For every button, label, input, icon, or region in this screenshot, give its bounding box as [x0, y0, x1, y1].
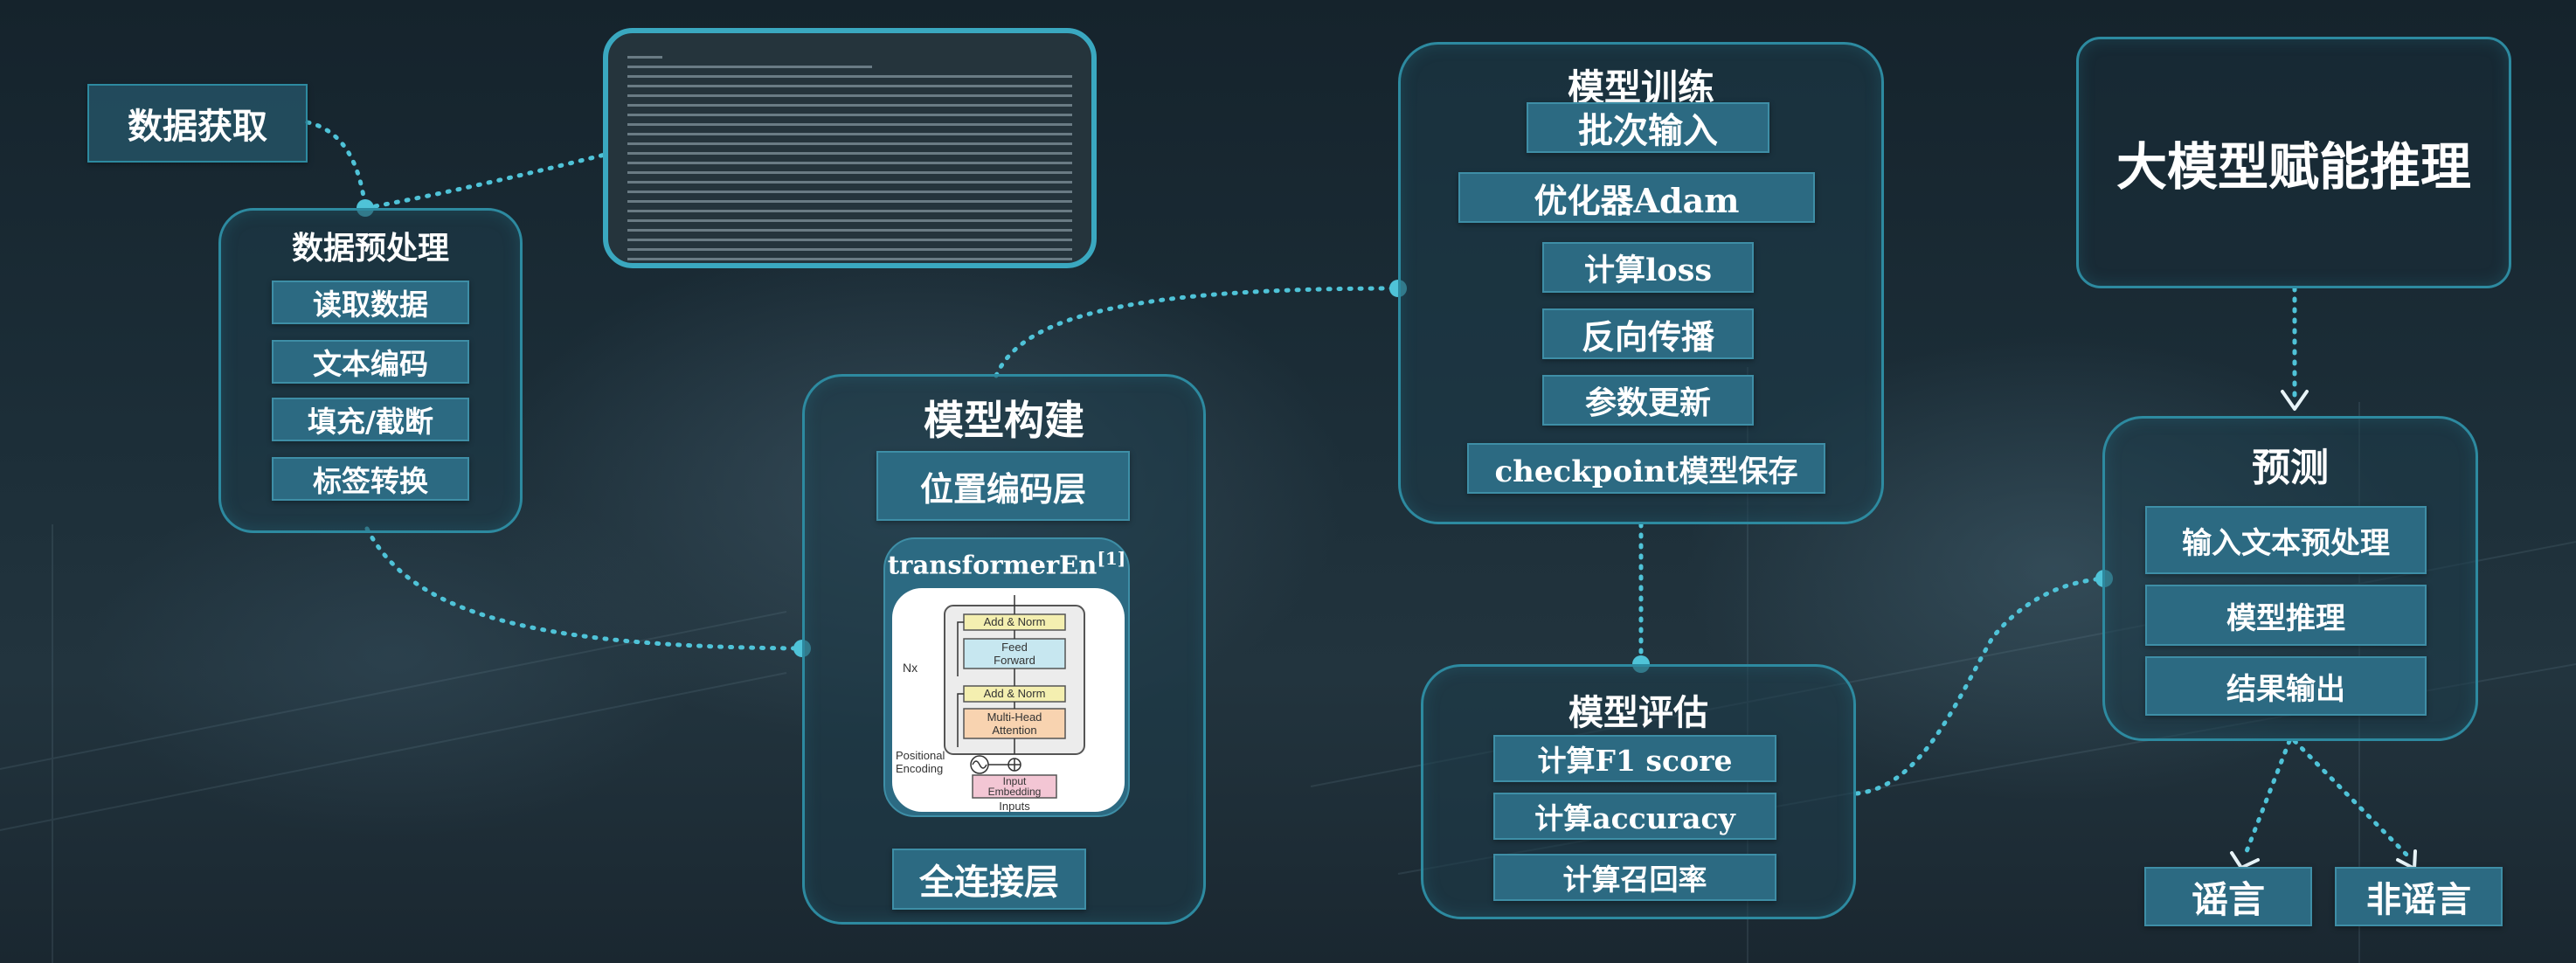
preprocessing-title: 数据预处理	[291, 230, 449, 267]
arrowhead-icon	[2230, 851, 2260, 869]
svg-text:Nx: Nx	[903, 661, 918, 675]
step-text-encoding[interactable]: 文本编码	[272, 340, 469, 384]
positional-encoding-layer[interactable]: 位置编码层	[876, 451, 1130, 521]
fully-connected-layer[interactable]: 全连接层	[892, 849, 1086, 910]
connector-preprocessing-to-model	[364, 526, 805, 651]
llm-inference-label: 大模型赋能推理	[2116, 137, 2471, 197]
transformer-architecture-diagram: Add & Norm Feed Forward Add & Norm Multi…	[892, 588, 1125, 812]
output-non-rumor[interactable]: 非谣言	[2335, 867, 2503, 926]
step-checkpoint-save[interactable]: checkpoint模型保存	[1467, 443, 1825, 494]
step-backpropagation[interactable]: 反向传播	[1542, 308, 1754, 359]
svg-text:Embedding: Embedding	[988, 786, 1042, 798]
step-batch-input[interactable]: 批次输入	[1527, 102, 1769, 153]
svg-text:Multi-Head: Multi-Head	[987, 710, 1042, 724]
training-panel: 模型训练 批次输入 优化器Adam 计算loss 反向传播 参数更新 check…	[1398, 42, 1884, 524]
model-build-panel: 模型构建 位置编码层 transformerEn[1] Add & Norm F…	[802, 374, 1206, 925]
connector-evaluation-to-prediction	[1854, 576, 2107, 796]
step-input-preprocess[interactable]: 输入文本预处理	[2145, 506, 2427, 574]
evaluation-panel: 模型评估 计算F1 score 计算accuracy 计算召回率	[1421, 664, 1856, 919]
step-optimizer-adam[interactable]: 优化器Adam	[1458, 172, 1815, 223]
svg-text:Inputs: Inputs	[999, 800, 1030, 812]
transformer-label: transformerEn[1]	[887, 548, 1126, 580]
step-compute-recall[interactable]: 计算召回率	[1493, 854, 1776, 901]
model-build-title: 模型构建	[924, 397, 1084, 444]
preprocessing-panel: 数据预处理 读取数据 文本编码 填充/截断 标签转换	[218, 208, 523, 533]
step-parameter-update[interactable]: 参数更新	[1542, 375, 1754, 426]
svg-text:Add & Norm: Add & Norm	[984, 615, 1046, 628]
step-read-data[interactable]: 读取数据	[272, 281, 469, 324]
svg-text:Positional: Positional	[896, 749, 945, 762]
connector-model-to-training	[994, 286, 1401, 378]
step-compute-loss[interactable]: 计算loss	[1542, 242, 1754, 293]
connector-preprocessing-to-doc	[363, 150, 614, 211]
svg-text:Add & Norm: Add & Norm	[984, 687, 1046, 700]
connector-acquisition-to-preprocessing	[305, 120, 368, 211]
svg-text:Feed: Feed	[1001, 641, 1028, 654]
evaluation-title: 模型评估	[1568, 692, 1708, 733]
step-compute-f1[interactable]: 计算F1 score	[1493, 735, 1776, 782]
step-compute-accuracy[interactable]: 计算accuracy	[1493, 793, 1776, 840]
output-rumor[interactable]: 谣言	[2144, 867, 2312, 926]
connector-prediction-to-non-rumor	[2292, 738, 2413, 861]
svg-text:Forward: Forward	[994, 654, 1035, 667]
llm-inference-box[interactable]: 大模型赋能推理	[2076, 37, 2511, 288]
step-label-conversion[interactable]: 标签转换	[272, 457, 469, 501]
step-model-inference[interactable]: 模型推理	[2145, 585, 2427, 646]
step-result-output[interactable]: 结果输出	[2145, 656, 2427, 716]
transformer-encoder-block[interactable]: transformerEn[1] Add & Norm Feed Forward…	[883, 537, 1130, 817]
data-acquisition-box[interactable]: 数据获取	[87, 84, 308, 163]
svg-text:Encoding: Encoding	[896, 762, 943, 775]
svg-text:Attention: Attention	[992, 724, 1036, 737]
dataset-text-preview	[603, 28, 1097, 268]
prediction-panel: 预测 输入文本预处理 模型推理 结果输出	[2102, 416, 2478, 741]
prediction-title: 预测	[2252, 446, 2329, 490]
step-padding-truncation[interactable]: 填充/截断	[272, 398, 469, 441]
connector-prediction-to-rumor	[2241, 738, 2292, 861]
data-acquisition-label: 数据获取	[128, 106, 267, 147]
